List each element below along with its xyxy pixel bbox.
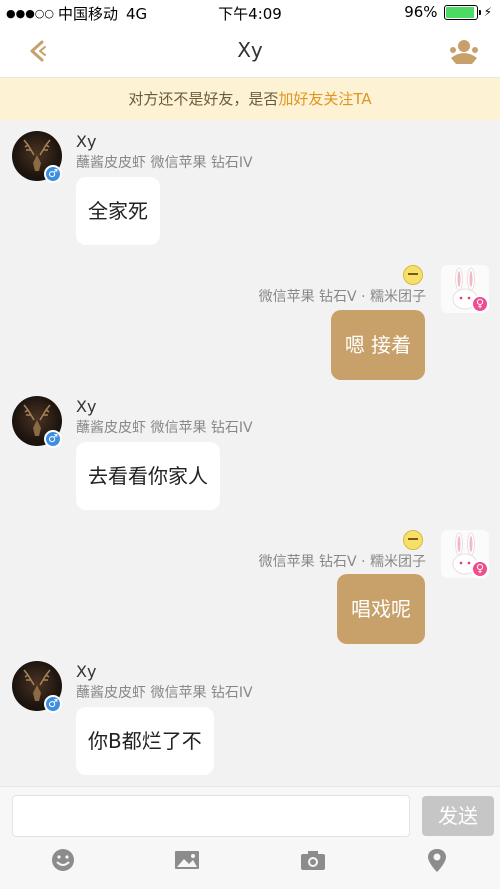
page-title: Xy bbox=[237, 38, 263, 62]
message-outgoing: 微信苹果 钻石V · 糯米团子 ♀ 嗯 接着 bbox=[0, 262, 500, 382]
avatar[interactable]: ♂ bbox=[12, 396, 62, 448]
message-bubble[interactable]: 唱戏呢 bbox=[337, 574, 425, 644]
chat-header: Xy bbox=[0, 26, 500, 78]
message-incoming: ♂ Xy 蘸酱皮皮虾 微信苹果 钻石IV 去看看你家人 bbox=[0, 393, 500, 513]
status-bar: ●●●○○ 中国移动 4G 下午4:09 96% ⚡ bbox=[0, 0, 500, 26]
add-friend-link[interactable]: 加好友关注TA bbox=[278, 90, 371, 108]
message-incoming: ♂ Xy 蘸酱皮皮虾 微信苹果 钻石IV 你B都烂了不 bbox=[0, 658, 500, 778]
camera-icon bbox=[301, 851, 325, 870]
avatar[interactable]: ♂ bbox=[12, 661, 62, 713]
image-icon bbox=[175, 851, 199, 869]
send-button[interactable]: 发送 bbox=[422, 796, 494, 836]
emoji-icon bbox=[403, 530, 423, 550]
male-badge: ♂ bbox=[44, 695, 62, 713]
battery-percent: 96% bbox=[404, 3, 438, 21]
emoji-button[interactable] bbox=[49, 847, 77, 873]
female-badge: ♀ bbox=[471, 560, 489, 578]
camera-button[interactable] bbox=[299, 847, 327, 873]
profile-button[interactable] bbox=[448, 38, 480, 66]
sender-meta: 蘸酱皮皮虾 微信苹果 钻石IV bbox=[76, 420, 253, 436]
male-badge: ♂ bbox=[44, 430, 62, 448]
sender-meta: 微信苹果 钻石V · 糯米团子 bbox=[258, 289, 426, 305]
location-icon bbox=[428, 849, 446, 872]
image-button[interactable] bbox=[173, 847, 201, 873]
sender-meta: 蘸酱皮皮虾 微信苹果 钻石IV bbox=[76, 685, 253, 701]
message-bubble[interactable]: 嗯 接着 bbox=[331, 310, 425, 380]
friend-notice: 对方还不是好友，是否加好友关注TA bbox=[0, 78, 500, 120]
emoji-icon bbox=[403, 265, 423, 285]
notice-text: 对方还不是好友，是否 bbox=[128, 90, 279, 108]
user-group-icon bbox=[450, 40, 478, 64]
avatar[interactable]: ♀ bbox=[441, 530, 489, 578]
male-badge: ♂ bbox=[44, 165, 62, 183]
sender-meta: 微信苹果 钻石V · 糯米团子 bbox=[258, 554, 426, 570]
sender-name: Xy bbox=[76, 132, 97, 151]
message-incoming: ♂ Xy 蘸酱皮皮虾 微信苹果 钻石IV 全家死 bbox=[0, 128, 500, 248]
message-bubble[interactable]: 全家死 bbox=[76, 177, 160, 245]
message-input[interactable] bbox=[12, 795, 410, 837]
emoji-icon bbox=[52, 849, 74, 871]
location-button[interactable] bbox=[423, 847, 451, 873]
avatar[interactable]: ♂ bbox=[12, 131, 62, 183]
message-outgoing: 微信苹果 钻石V · 糯米团子 ♀ 唱戏呢 bbox=[0, 527, 500, 647]
message-bubble[interactable]: 你B都烂了不 bbox=[76, 707, 214, 775]
sender-meta: 蘸酱皮皮虾 微信苹果 钻石IV bbox=[76, 155, 253, 171]
sender-name: Xy bbox=[76, 662, 97, 681]
female-badge: ♀ bbox=[471, 295, 489, 313]
charging-icon: ⚡ bbox=[483, 5, 492, 19]
sender-name: Xy bbox=[76, 397, 97, 416]
input-bar: 发送 bbox=[0, 786, 500, 889]
message-bubble[interactable]: 去看看你家人 bbox=[76, 442, 220, 510]
battery-icon bbox=[443, 4, 481, 20]
avatar[interactable]: ♀ bbox=[441, 265, 489, 313]
